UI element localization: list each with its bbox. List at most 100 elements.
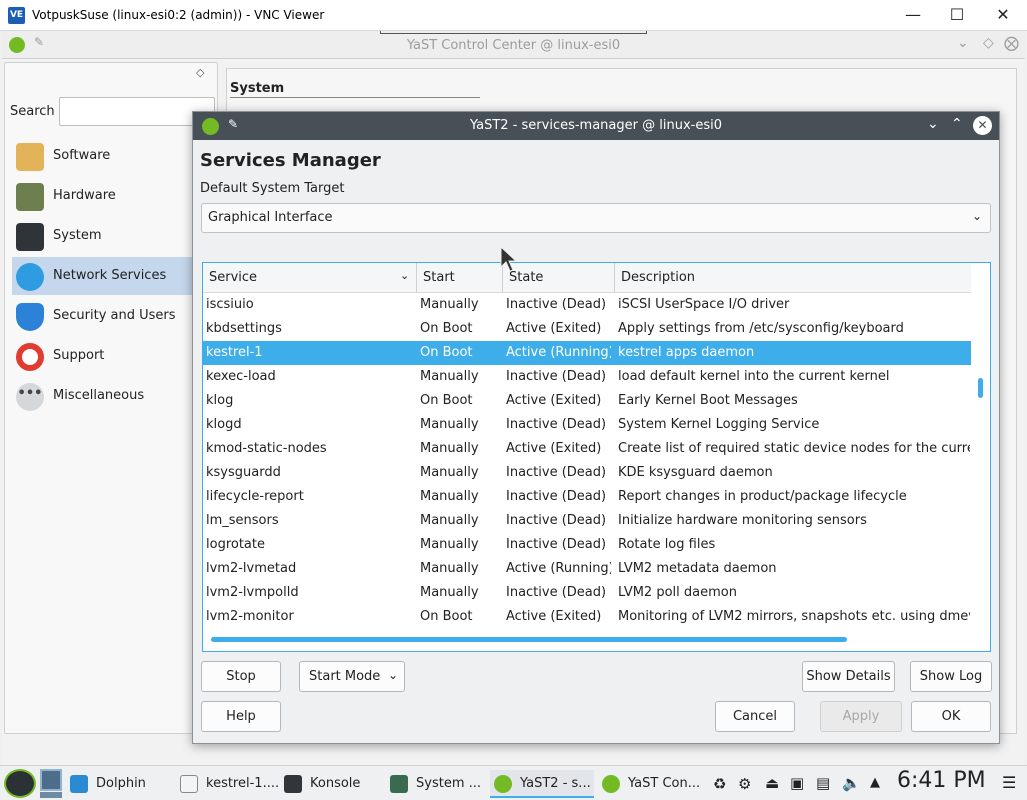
table-row[interactable]: klog On Boot Active (Exited) Early Kernel B… [203, 389, 971, 413]
help-button[interactable]: Help [201, 701, 281, 732]
cell-start: Manually [420, 537, 479, 552]
sidebar-item-label: Software [53, 148, 111, 163]
ok-button[interactable]: OK [911, 701, 991, 732]
table-row[interactable]: lvm2-lvmpolld Manually Inactive (Dead) LVM2… [203, 581, 971, 605]
settings-gear-icon[interactable]: ⚙ [738, 775, 751, 793]
misc-icon: ••• [16, 383, 44, 411]
volume-icon[interactable]: 🔈 [842, 774, 861, 792]
maximize-button[interactable]: ☐ [937, 4, 977, 26]
cancel-button[interactable]: Cancel [715, 701, 795, 732]
dialog-title: YaST2 - services-manager @ linux-esi0 [469, 118, 722, 133]
clipboard-icon[interactable]: ▣ [790, 774, 804, 792]
minimize-button[interactable]: — [893, 4, 933, 26]
default-target-select[interactable]: Graphical Interface ⌄ [201, 203, 991, 233]
task-label: Dolphin [96, 776, 146, 791]
sort-chevron-icon[interactable]: ⌄ [400, 269, 409, 282]
column-separator[interactable] [416, 263, 417, 293]
table-row[interactable]: lifecycle-report Manually Inactive (Dead) R… [203, 485, 971, 509]
task-label: YaST Con... [628, 776, 701, 791]
yast-icon [602, 775, 620, 793]
sidebar-item-label: Hardware [53, 188, 116, 203]
cell-service: lm_sensors [206, 513, 279, 528]
table-row[interactable]: klogd Manually Inactive (Dead) System Kerne… [203, 413, 971, 437]
table-row[interactable]: lvm2-lvmetad Manually Active (Running) LVM2… [203, 557, 971, 581]
diamond-icon[interactable]: ◇ [983, 35, 994, 51]
cell-description: Apply settings from /etc/sysconfig/keybo… [618, 321, 904, 336]
sidebar-item-label: System [53, 228, 102, 243]
task-text-editor[interactable]: kestrel-1.... [176, 770, 280, 798]
cell-service: kexec-load [206, 369, 276, 384]
cell-state: Inactive (Dead) [506, 585, 607, 600]
notes-icon[interactable]: ▤ [816, 774, 830, 792]
usb-icon[interactable]: ⏏ [765, 774, 779, 792]
show-log-button[interactable]: Show Log [910, 661, 992, 692]
table-row[interactable]: logrotate Manually Inactive (Dead) Rotate l… [203, 533, 971, 557]
task-yast[interactable]: YaST Con... [598, 770, 702, 798]
horizontal-scroll-thumb[interactable] [211, 637, 847, 642]
close-icon[interactable]: ✕ [973, 116, 992, 135]
table-row[interactable]: kexec-load Manually Inactive (Dead) load de… [203, 365, 971, 389]
apply-button[interactable]: Apply [820, 701, 902, 732]
column-header-description[interactable]: Description [621, 270, 695, 285]
column-header-service[interactable]: Service [209, 270, 257, 285]
application-launcher-icon[interactable] [4, 769, 36, 798]
update-icon[interactable]: ♻ [713, 775, 726, 793]
table-row[interactable]: kestrel-1 On Boot Active (Running) kestrel … [203, 341, 971, 365]
table-row[interactable]: ksysguardd Manually Inactive (Dead) KDE ksy… [203, 461, 971, 485]
cell-description: Initialize hardware monitoring sensors [618, 513, 867, 528]
dialog-titlebar: ✎ YaST2 - services-manager @ linux-esi0 … [193, 112, 999, 140]
table-row[interactable]: kbdsettings On Boot Active (Exited) Apply s… [203, 317, 971, 341]
close-circle-icon[interactable]: ⨂ [1004, 34, 1019, 52]
show-details-button[interactable]: Show Details [802, 661, 895, 692]
cell-service: klogd [206, 417, 242, 432]
cell-description: load default kernel into the current ker… [618, 369, 890, 384]
cell-service: lifecycle-report [206, 489, 304, 504]
sidebar-item-support[interactable]: Support [12, 337, 216, 375]
chevron-down-icon[interactable]: ⌄ [957, 35, 969, 51]
column-header-start[interactable]: Start [423, 270, 455, 285]
clock[interactable]: 6:41 PM [897, 768, 986, 793]
sidebar-item-hardware[interactable]: Hardware [12, 177, 216, 215]
cell-start: Manually [420, 585, 479, 600]
network-services-icon [16, 263, 44, 291]
desktop-pager-icon[interactable] [40, 769, 62, 791]
taskbar: Dolphin kestrel-1.... Konsole System ... YaS… [0, 765, 1027, 800]
cell-state: Active (Exited) [506, 321, 602, 336]
minimize-chevron-icon[interactable]: ⌄ [927, 116, 939, 132]
vertical-scroll-thumb[interactable] [978, 378, 983, 398]
sidebar-item-system[interactable]: System [12, 217, 216, 255]
cell-description: KDE ksysguard daemon [618, 465, 773, 480]
cell-description: kestrel apps daemon [618, 345, 755, 360]
maximize-chevron-icon[interactable]: ⌃ [951, 116, 963, 132]
services-table[interactable]: Service ⌄ Start State Description iscsiu… [202, 262, 991, 652]
column-separator[interactable] [614, 263, 615, 293]
table-row[interactable]: iscsiuio Manually Inactive (Dead) iSCSI Use… [203, 293, 971, 317]
cell-start: On Boot [420, 321, 473, 336]
sidebar-item-security-and-users[interactable]: Security and Users [12, 297, 216, 335]
task-label: kestrel-1.... [206, 776, 280, 791]
sidebar-item-software[interactable]: Software [12, 137, 216, 175]
title-frame [380, 31, 647, 34]
table-row[interactable]: lm_sensors Manually Inactive (Dead) Initial… [203, 509, 971, 533]
task-yast[interactable]: YaST2 - s... [490, 770, 594, 798]
sidebar-item-miscellaneous[interactable]: ••• Miscellaneous [12, 377, 216, 415]
sidebar-item-network-services[interactable]: Network Services [12, 257, 216, 295]
task-system-monitor[interactable]: System ... [386, 770, 486, 798]
cell-description: LVM2 poll daemon [618, 585, 737, 600]
table-row[interactable]: kmod-static-nodes Manually Active (Exited)… [203, 437, 971, 461]
task-dolphin[interactable]: Dolphin [66, 770, 170, 798]
cell-state: Inactive (Dead) [506, 297, 607, 312]
table-row[interactable]: lvm2-monitor On Boot Active (Exited) Monito… [203, 605, 971, 629]
tray-expand-icon[interactable]: ▲ [870, 775, 880, 790]
task-konsole[interactable]: Konsole [280, 770, 380, 798]
stop-button[interactable]: Stop [201, 661, 281, 692]
start-mode-button[interactable]: Start Mode ⌄ [299, 661, 405, 692]
sidebar-item-label: Support [53, 348, 105, 363]
close-button[interactable]: ✕ [983, 4, 1023, 26]
vertical-scrollbar[interactable] [974, 263, 990, 651]
sidebar-item-label: Network Services [53, 268, 167, 283]
cell-state: Inactive (Dead) [506, 369, 607, 384]
diamond-icon[interactable]: ◇ [196, 66, 204, 79]
vnc-window-title: VotpuskSuse (linux-esi0:2 (admin)) - VNC… [32, 8, 325, 22]
panel-menu-icon[interactable]: ☰ [1002, 773, 1016, 792]
